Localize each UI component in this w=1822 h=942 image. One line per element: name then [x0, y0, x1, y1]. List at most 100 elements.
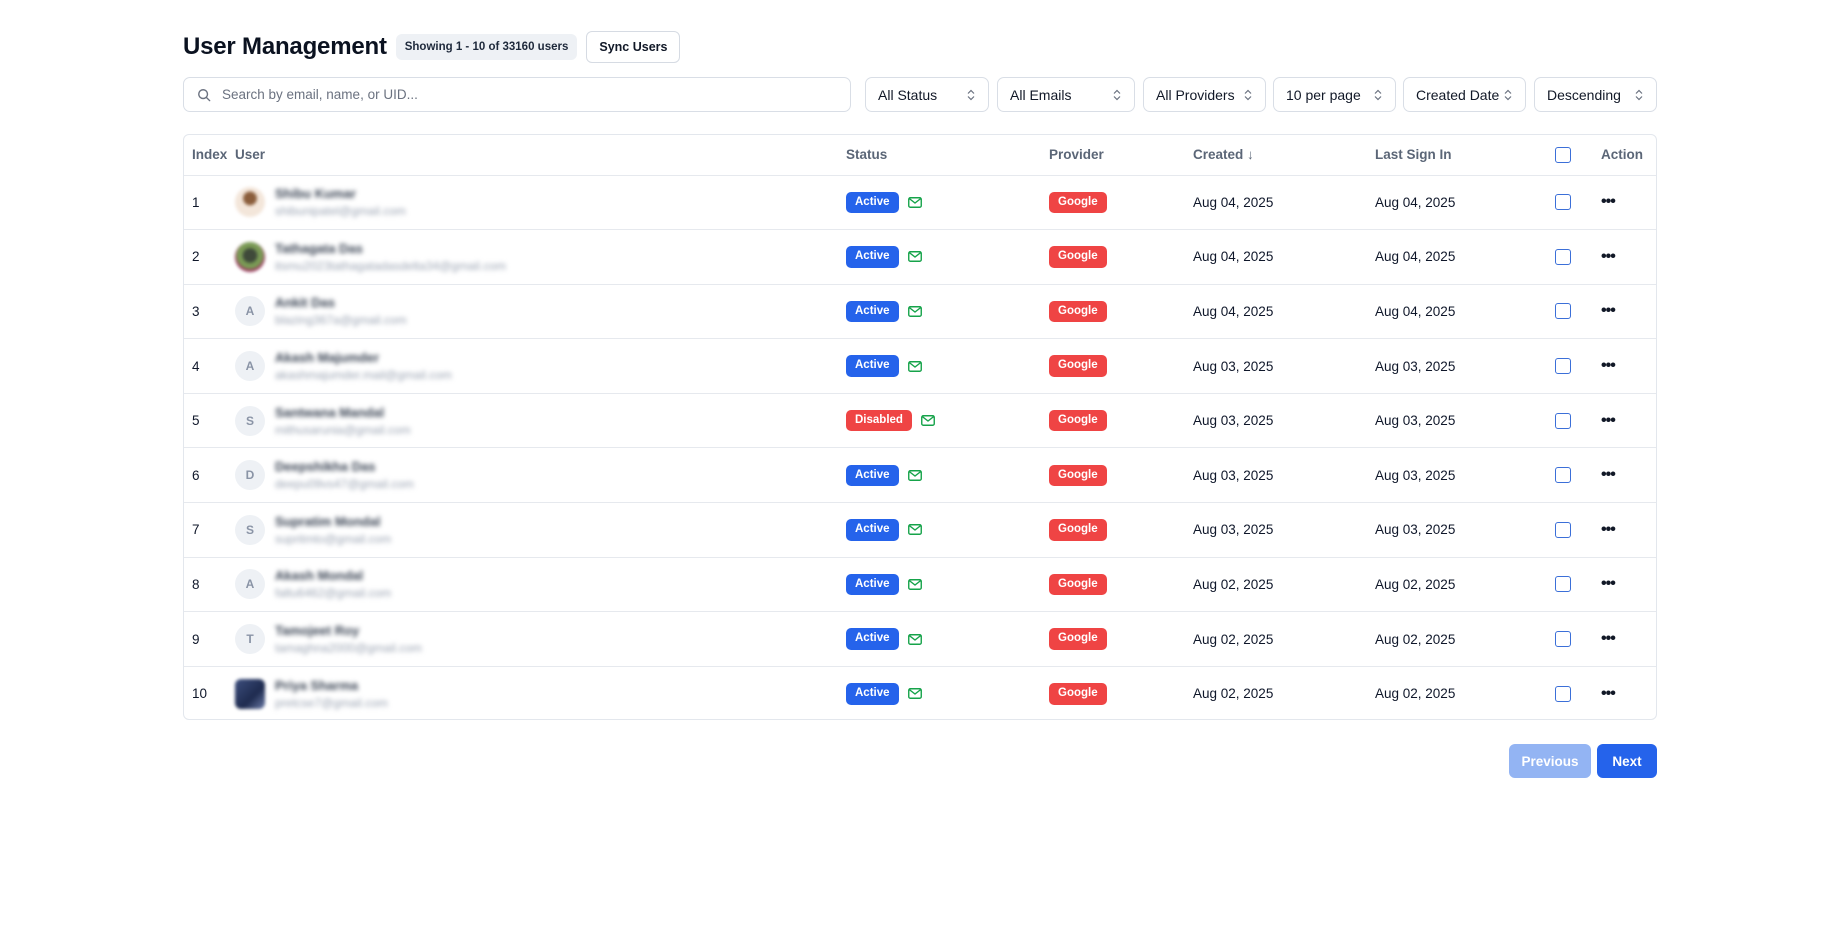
- sort-order-value: Descending: [1547, 86, 1621, 103]
- row-checkbox[interactable]: [1555, 194, 1571, 211]
- user-cell: A Akash Mondal faltu6462@gmail.com: [235, 557, 846, 612]
- action-cell: •••: [1601, 557, 1656, 612]
- select-all-checkbox[interactable]: [1555, 146, 1571, 163]
- row-checkbox[interactable]: [1555, 303, 1571, 320]
- mail-icon: [907, 579, 922, 590]
- sort-field-value: Created Date: [1416, 86, 1500, 103]
- email-filter-value: All Emails: [1010, 86, 1072, 103]
- user-email: blazing367a@gmail.com: [275, 313, 407, 328]
- provider-cell: Google: [1049, 393, 1193, 448]
- sync-users-button[interactable]: Sync Users: [586, 31, 681, 63]
- user-email: tamaghna2000@gmail.com: [275, 641, 422, 656]
- search-input[interactable]: [222, 87, 850, 102]
- chevron-updown-icon: [1374, 89, 1382, 100]
- user-email: deepu09vs47@gmail.com: [275, 477, 414, 492]
- mail-icon: [907, 688, 922, 700]
- provider-badge: Google: [1049, 628, 1107, 650]
- chevron-updown-icon: [1244, 89, 1252, 100]
- more-horizontal-icon[interactable]: •••: [1601, 357, 1616, 374]
- avatar: T: [235, 624, 265, 655]
- table-row[interactable]: 9 T Tamojeet Roy tamaghna2000@gmail.com …: [184, 611, 1656, 667]
- user-email: akashmajumder.mail@gmail.com: [275, 368, 452, 383]
- table-row[interactable]: 3 A Ankit Das blazing367a@gmail.com Acti…: [184, 284, 1656, 339]
- chevron-updown-icon: [1113, 89, 1121, 100]
- provider-filter-select[interactable]: All Providers: [1143, 77, 1266, 112]
- more-horizontal-icon[interactable]: •••: [1601, 193, 1616, 210]
- per-page-select[interactable]: 10 per page: [1273, 77, 1396, 112]
- sort-field-select[interactable]: Created Date: [1403, 77, 1526, 112]
- row-index: 2: [192, 249, 200, 265]
- row-checkbox-cell: [1555, 557, 1601, 612]
- status-cell: Active: [846, 666, 1049, 719]
- created-date: Aug 02, 2025: [1193, 631, 1274, 647]
- more-horizontal-icon[interactable]: •••: [1601, 630, 1616, 647]
- created-date: Aug 04, 2025: [1193, 249, 1274, 265]
- table-body: 1 Shibu Kumar shibunipatel@gmail.com Act…: [184, 175, 1656, 719]
- user-info: Akash Mondal faltu6462@gmail.com: [275, 568, 391, 600]
- more-horizontal-icon[interactable]: •••: [1601, 685, 1616, 702]
- column-header-index: Index: [192, 147, 228, 163]
- provider-filter-value: All Providers: [1156, 86, 1235, 103]
- status-badge: Disabled: [846, 409, 912, 432]
- status-filter-select[interactable]: All Status: [865, 77, 989, 112]
- action-cell: •••: [1601, 339, 1656, 394]
- action-cell: •••: [1601, 175, 1656, 230]
- more-horizontal-icon[interactable]: •••: [1601, 575, 1616, 592]
- table-row[interactable]: 4 A Akash Majumder akashmajumder.mail@gm…: [184, 338, 1656, 394]
- last-sign-in-date: Aug 03, 2025: [1375, 522, 1456, 538]
- table-row[interactable]: 1 Shibu Kumar shibunipatel@gmail.com Act…: [184, 175, 1656, 230]
- sort-order-select[interactable]: Descending: [1534, 77, 1657, 112]
- more-horizontal-icon[interactable]: •••: [1601, 466, 1616, 483]
- provider-badge: Google: [1049, 464, 1107, 487]
- action-cell: •••: [1601, 448, 1656, 503]
- per-page-value: 10 per page: [1286, 86, 1361, 103]
- more-horizontal-icon[interactable]: •••: [1601, 248, 1616, 265]
- user-info: Ankit Das blazing367a@gmail.com: [275, 295, 407, 327]
- row-checkbox-cell: [1555, 666, 1601, 719]
- table-row[interactable]: 10 Priya Sharma pretcse7@gmail.com Activ…: [184, 666, 1656, 719]
- user-cell: S Supratim Mondal supritmto@gmail.com: [235, 503, 846, 558]
- row-checkbox[interactable]: [1555, 358, 1571, 375]
- avatar: A: [235, 569, 265, 600]
- row-checkbox[interactable]: [1555, 631, 1571, 648]
- more-horizontal-icon[interactable]: •••: [1601, 302, 1616, 319]
- row-checkbox[interactable]: [1555, 685, 1571, 702]
- row-checkbox-cell: [1555, 339, 1601, 394]
- table-row[interactable]: 2 Tathagata Das itsmu2023tathagatadasdel…: [184, 229, 1656, 285]
- user-email: mithusarunia@gmail.com: [275, 422, 411, 437]
- column-header-created[interactable]: Created ↓: [1193, 135, 1375, 175]
- action-cell: •••: [1601, 612, 1656, 667]
- chevron-updown-icon: [967, 89, 975, 100]
- next-page-button[interactable]: Next: [1597, 744, 1657, 778]
- pagination: Previous Next: [1509, 744, 1657, 778]
- table-row[interactable]: 6 D Deepshikha Das deepu09vs47@gmail.com…: [184, 447, 1656, 503]
- status-badge: Active: [846, 191, 899, 214]
- mail-icon: [907, 306, 922, 317]
- status-badge: Active: [846, 628, 899, 650]
- more-horizontal-icon[interactable]: •••: [1601, 412, 1616, 429]
- row-checkbox[interactable]: [1555, 248, 1571, 265]
- status-cell: Active: [846, 230, 1049, 285]
- email-filter-select[interactable]: All Emails: [997, 77, 1135, 112]
- row-checkbox[interactable]: [1555, 521, 1571, 538]
- row-checkbox[interactable]: [1555, 576, 1571, 593]
- row-checkbox-cell: [1555, 612, 1601, 667]
- row-checkbox[interactable]: [1555, 467, 1571, 484]
- created-date: Aug 04, 2025: [1193, 303, 1274, 319]
- previous-page-button[interactable]: Previous: [1509, 744, 1591, 778]
- user-name: Tamojeet Roy: [275, 623, 360, 639]
- status-cell: Active: [846, 448, 1049, 503]
- created-date: Aug 03, 2025: [1193, 522, 1274, 538]
- table-row[interactable]: 5 S Santwana Mandal mithusarunia@gmail.c…: [184, 393, 1656, 448]
- provider-badge: Google: [1049, 355, 1107, 377]
- table-row[interactable]: 7 S Supratim Mondal supritmto@gmail.com …: [184, 502, 1656, 558]
- user-name: Akash Mondal: [275, 568, 364, 584]
- row-checkbox[interactable]: [1555, 412, 1571, 429]
- user-count-badge: Showing 1 - 10 of 33160 users: [395, 34, 578, 60]
- search-box[interactable]: [183, 77, 851, 112]
- table-row[interactable]: 8 A Akash Mondal faltu6462@gmail.com Act…: [184, 557, 1656, 612]
- avatar: D: [235, 460, 265, 491]
- more-horizontal-icon[interactable]: •••: [1601, 521, 1616, 538]
- status-badge: Active: [846, 464, 899, 487]
- created-date: Aug 03, 2025: [1193, 467, 1274, 483]
